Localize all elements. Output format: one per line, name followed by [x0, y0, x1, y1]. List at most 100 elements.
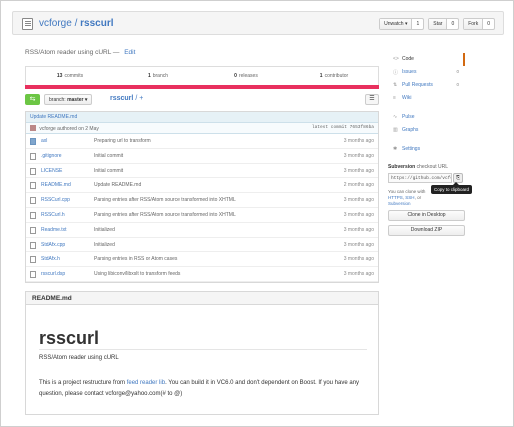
compare-icon: ⇆ [29, 96, 36, 103]
clone-ssh-link[interactable]: SSH [405, 195, 414, 200]
sidebar-item-label: Settings [402, 146, 421, 152]
code-icon: <> [393, 56, 399, 62]
sidebar-item-pull-requests[interactable]: ⇅ Pull Requests 0 [388, 79, 465, 92]
avatar [30, 125, 36, 131]
header-button-count[interactable]: 0 [447, 19, 458, 29]
clone-subversion-link[interactable]: Subversion [388, 201, 411, 206]
sidebar-item-count: 0 [456, 69, 459, 74]
readme-subtitle: RSS/Atom reader using cURL [39, 355, 119, 361]
file-row: StdAfx.h Parsing entries in RSS or Atom c… [26, 252, 378, 268]
sidebar-item-pulse[interactable]: ∿ Pulse [388, 111, 465, 124]
clone-desktop-label: Clone in Desktop [407, 212, 446, 218]
file-row: RSSCurl.cpp Parsing entries after RSS/Ato… [26, 193, 378, 208]
settings-icon: ✱ [393, 146, 398, 152]
stat-commits[interactable]: 13 commits [26, 67, 114, 85]
file-name-link[interactable]: StdAfx.cpp [41, 242, 65, 248]
breadcrumb: rsscurl / + [110, 95, 143, 102]
file-commit-message[interactable]: Initial commit [94, 168, 123, 174]
edit-description-link[interactable]: Edit [124, 49, 135, 56]
file-commit-message[interactable]: Initialized [94, 227, 115, 233]
owner-link[interactable]: vcforge [39, 18, 72, 29]
stat-releases[interactable]: 0 releases [202, 67, 290, 85]
repo-sidebar: <> Code ⓘ Issues 0 ⇅ Pull Requests 0 ≡ Wiki ∿ Pulse… [388, 53, 473, 236]
file-name-link[interactable]: StdAfx.h [41, 256, 60, 262]
list-icon: ☰ [369, 96, 375, 102]
file-commit-message[interactable]: Initialized [94, 242, 115, 248]
header-button-label: Unwatch ▾ [380, 19, 413, 29]
breadcrumb-add[interactable]: / + [135, 95, 143, 102]
commit-message[interactable]: Update README.md [26, 112, 378, 123]
file-age: 3 months ago [343, 241, 374, 248]
sidebar-item-settings[interactable]: ✱ Settings [388, 143, 465, 156]
file-name-link[interactable]: RSSCurl.cpp [41, 197, 70, 203]
file-row: Readme.txt Initialized 3 months ago [26, 223, 378, 238]
header-button-label: Star [429, 19, 448, 29]
file-name-link[interactable]: LICENSE [41, 168, 62, 174]
file-name-link[interactable]: axl [41, 138, 47, 144]
file-name-link[interactable]: README.md [41, 182, 71, 188]
header-button-label: Fork [464, 19, 484, 29]
file-commit-message[interactable]: Parsing entries after RSS/Atom source tr… [94, 197, 236, 203]
file-commit-message[interactable]: Update README.md [94, 182, 141, 188]
branch-prefix: branch: [49, 97, 66, 103]
file-age: 3 months ago [343, 152, 374, 159]
file-icon [30, 182, 36, 190]
clipboard-icon: ⎘ [455, 175, 460, 181]
file-name-link[interactable]: RSSCurl.h [41, 212, 65, 218]
eye-button[interactable]: Unwatch ▾ 1 [379, 18, 425, 30]
file-row: axl Preparing url to transform 3 months ag… [26, 134, 378, 149]
sidebar-item-wiki[interactable]: ≡ Wiki [388, 92, 465, 105]
feed-reader-link[interactable]: feed reader lib [127, 380, 165, 386]
repo-description: RSS/Atom reader using cURL — Edit [25, 49, 135, 56]
repo-name-link[interactable]: rsscurl [80, 18, 113, 29]
file-name-link[interactable]: rsscurl.dsp [41, 271, 65, 277]
language-bar [25, 85, 379, 89]
file-icon [30, 211, 36, 219]
file-commit-message[interactable]: Using libiconv/libxslt to transform feed… [94, 271, 180, 277]
sidebar-item-count: 0 [456, 82, 459, 87]
stat-label: commits [64, 73, 84, 79]
clone-url-input[interactable]: https://github.com/vcforge/rsscurl [388, 173, 452, 183]
file-icon [30, 271, 36, 279]
file-name-link[interactable]: .gitignore [41, 153, 62, 159]
file-commit-message[interactable]: Parsing entries in RSS or Atom cases [94, 256, 177, 262]
stat-count: 0 [234, 73, 237, 79]
file-row: README.md Update README.md 2 months ago [26, 178, 378, 194]
list-view-button[interactable]: ☰ [365, 94, 379, 105]
pull-request-icon: ⇅ [393, 82, 398, 88]
latest-commit[interactable]: latest commit 7653f86ba [312, 125, 374, 130]
file-table: Update README.md vcforge authored on 2 M… [25, 111, 379, 283]
compare-button[interactable]: ⇆ [25, 94, 40, 105]
breadcrumb-repo[interactable]: rsscurl [110, 95, 133, 102]
stat-count: 1 [319, 73, 323, 79]
repo-icon [22, 18, 33, 30]
header-button-count[interactable]: 0 [483, 19, 494, 29]
file-age: 3 months ago [343, 138, 374, 144]
stat-contributor[interactable]: 1 contributor [290, 67, 378, 85]
sidebar-item-label: Graphs [402, 127, 419, 133]
sidebar-item-code[interactable]: <> Code [388, 53, 465, 66]
stat-label: contributor [324, 73, 349, 79]
file-age: 3 months ago [343, 197, 374, 204]
file-name-link[interactable]: Readme.txt [41, 227, 67, 233]
clone-https-link[interactable]: HTTPS [388, 195, 403, 200]
file-row: rsscurl.dsp Using libiconv/libxslt to tra… [26, 267, 378, 282]
file-commit-message[interactable]: Parsing entries after RSS/Atom source tr… [94, 212, 236, 218]
star-button[interactable]: Star 0 [428, 18, 460, 30]
header-button-count[interactable]: 1 [412, 19, 423, 29]
download-zip-button[interactable]: Download ZIP [388, 225, 465, 236]
stat-branch[interactable]: 1 branch [114, 67, 202, 85]
sidebar-item-issues[interactable]: ⓘ Issues 0 [388, 66, 465, 79]
sidebar-item-graphs[interactable]: ▥ Graphs [388, 124, 465, 137]
readme-panel: README.md rsscurl RSS/Atom reader using … [25, 291, 379, 415]
file-commit-message[interactable]: Initial commit [94, 153, 123, 159]
repo-stats: 13 commits 1 branch 0 releases 1 contributor [25, 66, 379, 85]
fork-button[interactable]: Fork 0 [463, 18, 495, 30]
clone-help-comma: , [402, 195, 405, 200]
readme-header: README.md [26, 292, 378, 305]
clone-in-desktop-button[interactable]: Clone in Desktop [388, 210, 465, 221]
branch-selector[interactable]: branch: master ▾ [44, 94, 93, 105]
clone-label: Subversion checkout URL [388, 164, 465, 170]
file-commit-message[interactable]: Preparing url to transform [94, 138, 151, 144]
pulse-icon: ∿ [393, 114, 398, 120]
